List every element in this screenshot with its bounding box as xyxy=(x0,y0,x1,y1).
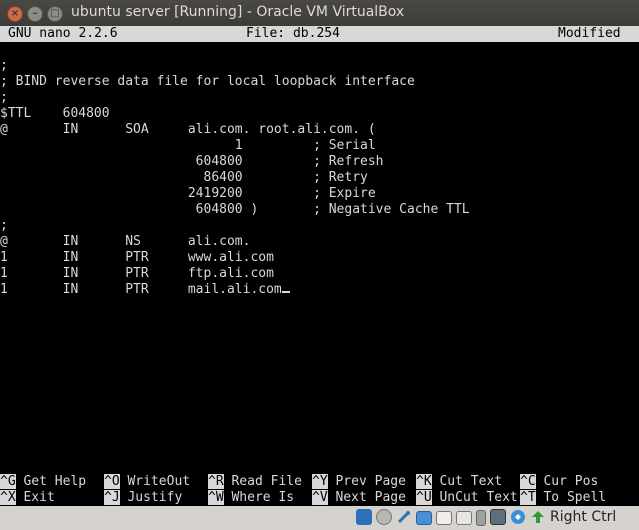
editor-line: ; BIND reverse data file for local loopb… xyxy=(0,74,415,89)
shortcut-to-spell[interactable]: ^T To Spell xyxy=(520,490,606,506)
editor-line: $TTL 604800 xyxy=(0,106,110,121)
editor-line: 604800 ) ; Negative Cache TTL xyxy=(0,202,470,217)
nano-header: GNU nano 2.2.6 File: db.254 Modified xyxy=(0,26,639,42)
optical-drive-icon[interactable] xyxy=(376,509,392,525)
shortcut-label: Prev Page xyxy=(327,474,406,489)
shortcut-exit[interactable]: ^X Exit xyxy=(0,490,55,506)
shortcut-cur-pos[interactable]: ^C Cur Pos xyxy=(520,474,598,490)
shortcut-row-2: ^X Exit ^J Justify ^W Where Is ^V Next P… xyxy=(0,490,639,506)
nano-modified-status: Modified xyxy=(558,26,621,41)
shortcut-where-is[interactable]: ^W Where Is xyxy=(208,490,294,506)
shortcut-key: ^C xyxy=(520,474,536,489)
shortcut-label: To Spell xyxy=(535,490,607,505)
cpu-icon[interactable] xyxy=(490,509,506,525)
shortcut-label: Cur Pos xyxy=(535,474,599,489)
editor-line: @ IN SOA ali.com. root.ali.com. ( xyxy=(0,122,376,137)
shortcut-uncut-text[interactable]: ^U UnCut Text xyxy=(416,490,518,506)
shortcut-label: Cut Text xyxy=(431,474,503,489)
host-key-label: Right Ctrl xyxy=(550,509,617,525)
hard-disk-icon[interactable] xyxy=(356,509,372,525)
shortcut-label: Justify xyxy=(119,490,183,505)
shortcut-key: ^U xyxy=(416,490,432,505)
video-capture-icon[interactable] xyxy=(456,511,472,525)
editor-line: ; xyxy=(0,218,8,233)
title-bar: × – □ ubuntu server [Running] - Oracle V… xyxy=(0,0,639,26)
editor-line: 1 ; Serial xyxy=(0,138,376,153)
shortcut-key: ^R xyxy=(208,474,224,489)
shortcut-label: Exit xyxy=(15,490,55,505)
nano-filename: File: db.254 xyxy=(246,26,340,41)
shortcut-label: Read File xyxy=(223,474,302,489)
usb-icon[interactable] xyxy=(396,509,412,525)
shortcut-prev-page[interactable]: ^Y Prev Page xyxy=(312,474,406,490)
network-icon[interactable] xyxy=(476,510,486,526)
window-title: ubuntu server [Running] - Oracle VM Virt… xyxy=(71,4,405,20)
shortcut-writeout[interactable]: ^O WriteOut xyxy=(104,474,190,490)
editor-line: 1 IN PTR www.ali.com xyxy=(0,250,274,265)
maximize-button[interactable]: □ xyxy=(47,6,63,22)
editor-line-text: 1 IN PTR mail.ali.com xyxy=(0,282,282,297)
shortcut-key: ^G xyxy=(0,474,16,489)
mouse-integration-icon[interactable] xyxy=(510,509,526,525)
shortcut-label: Get Help xyxy=(15,474,87,489)
shortcut-label: Where Is xyxy=(223,490,295,505)
shortcut-label: WriteOut xyxy=(119,474,191,489)
editor-line: ; xyxy=(0,90,8,105)
shortcut-label: UnCut Text xyxy=(431,490,518,505)
editor-line: 86400 ; Retry xyxy=(0,170,368,185)
shortcut-key: ^T xyxy=(520,490,536,505)
keyboard-capture-icon[interactable] xyxy=(530,509,546,525)
shortcut-justify[interactable]: ^J Justify xyxy=(104,490,182,506)
shared-folders-icon[interactable] xyxy=(416,511,432,525)
editor-line: @ IN NS ali.com. xyxy=(0,234,251,249)
minimize-button[interactable]: – xyxy=(27,6,43,22)
shortcut-read-file[interactable]: ^R Read File xyxy=(208,474,302,490)
shortcut-key: ^J xyxy=(104,490,120,505)
shortcut-key: ^W xyxy=(208,490,224,505)
shortcut-get-help[interactable]: ^G Get Help xyxy=(0,474,86,490)
shortcut-next-page[interactable]: ^V Next Page xyxy=(312,490,406,506)
shortcut-row-1: ^G Get Help ^O WriteOut ^R Read File ^Y … xyxy=(0,474,639,490)
close-button[interactable]: × xyxy=(7,6,23,22)
shortcut-key: ^V xyxy=(312,490,328,505)
editor-line: 1 IN PTR ftp.ali.com xyxy=(0,266,274,281)
terminal-screen[interactable]: GNU nano 2.2.6 File: db.254 Modified ; ;… xyxy=(0,26,639,506)
editor-line: ; xyxy=(0,58,8,73)
editor-line: 2419200 ; Expire xyxy=(0,186,376,201)
editor-line-current[interactable]: 1 IN PTR mail.ali.com xyxy=(0,282,290,298)
text-cursor xyxy=(281,291,290,293)
nano-version: GNU nano 2.2.6 xyxy=(8,26,118,41)
shortcut-key: ^K xyxy=(416,474,432,489)
vbox-status-bar: Right Ctrl xyxy=(0,506,639,530)
shortcut-key: ^O xyxy=(104,474,120,489)
display-icon[interactable] xyxy=(436,511,452,525)
shortcut-label: Next Page xyxy=(327,490,406,505)
shortcut-key: ^X xyxy=(0,490,16,505)
shortcut-key: ^Y xyxy=(312,474,328,489)
shortcut-cut-text[interactable]: ^K Cut Text xyxy=(416,474,502,490)
editor-line: 604800 ; Refresh xyxy=(0,154,384,169)
virtualbox-window: × – □ ubuntu server [Running] - Oracle V… xyxy=(0,0,639,530)
